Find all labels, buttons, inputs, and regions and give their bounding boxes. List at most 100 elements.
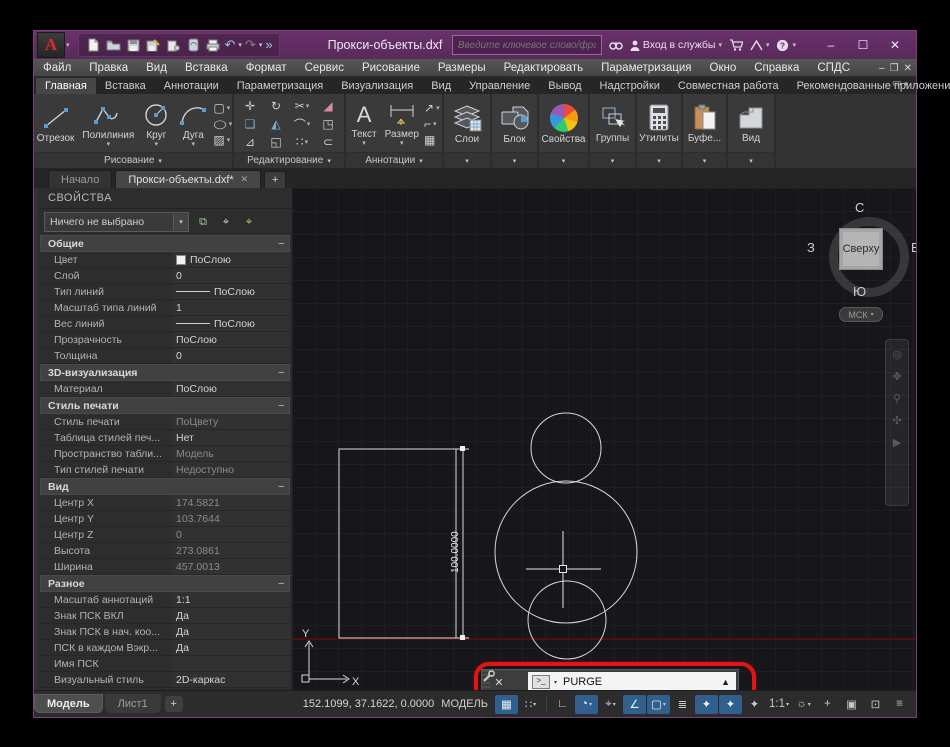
prop-row[interactable]: Толщина0: [40, 348, 290, 364]
prop-row[interactable]: Пространство табли...Модель: [40, 446, 290, 462]
viewcube-north[interactable]: С: [855, 200, 864, 215]
prop-row[interactable]: ЦветПоСлою: [40, 252, 290, 268]
mirror-button[interactable]: ◭: [271, 117, 280, 131]
command-history-icon[interactable]: ▲: [721, 677, 732, 687]
erase-button[interactable]: ◢: [323, 99, 332, 113]
help-button[interactable]: ?▾: [776, 39, 796, 52]
new-drawing-tab-button[interactable]: +: [264, 171, 286, 188]
quick-select-button[interactable]: ⌖: [240, 214, 258, 230]
move-button[interactable]: ✛: [245, 99, 255, 113]
menu-help[interactable]: Справка: [745, 62, 808, 74]
annotation-scale-button[interactable]: 1:1▾: [767, 695, 791, 714]
tab-manage[interactable]: Управление: [460, 78, 539, 94]
menu-insert[interactable]: Вставка: [176, 62, 237, 74]
section-misc-header[interactable]: Разное–: [40, 575, 290, 592]
autodesk-app-icon[interactable]: ▾: [750, 40, 770, 51]
polar-tracking-toggle[interactable]: ◔▾: [575, 695, 598, 714]
rectangle-button[interactable]: ▢▾: [213, 101, 232, 116]
object-snap-toggle[interactable]: ▢▾: [647, 695, 670, 714]
view-button[interactable]: Вид: [733, 103, 769, 146]
navigation-wheel-icon[interactable]: ◎: [892, 348, 902, 361]
toggle-pickadd-button[interactable]: ⧉: [194, 214, 212, 230]
menu-draw[interactable]: Рисование: [353, 62, 429, 74]
selection-dropdown[interactable]: Ничего не выбрано▾: [44, 212, 189, 232]
panel-draw-footer[interactable]: Рисование▾: [34, 152, 232, 168]
annotation-autoscale-toggle[interactable]: ✦: [719, 695, 742, 714]
explode-button[interactable]: ◳: [322, 117, 333, 131]
doc-tab-close-icon[interactable]: ✕: [241, 174, 249, 185]
drawing-canvas[interactable]: 100.0000 Y X Свер: [292, 188, 916, 690]
showmotion-icon[interactable]: ▶: [893, 436, 901, 449]
line-button[interactable]: Отрезок: [34, 103, 78, 146]
viewcube[interactable]: Сверху С Ю З В: [819, 202, 916, 312]
panel-utilities-footer[interactable]: ▾: [637, 152, 681, 168]
viewcube-east[interactable]: В: [911, 240, 916, 255]
snap-toggle[interactable]: ∷▾: [519, 695, 542, 714]
viewcube-west[interactable]: З: [807, 240, 815, 255]
navigation-bar[interactable]: ◎ ✥ ⚲ ✣ ▶: [885, 339, 909, 506]
offset-button[interactable]: ⊂: [323, 135, 333, 149]
command-input[interactable]: [561, 675, 717, 689]
tab-collaborate[interactable]: Совместная работа: [669, 78, 788, 94]
search-input[interactable]: [453, 40, 601, 51]
menu-edit[interactable]: Правка: [80, 62, 137, 74]
multileader-button[interactable]: ⌐▾: [424, 117, 440, 132]
prop-row[interactable]: Таблица стилей печ...Нет: [40, 430, 290, 446]
minimize-button[interactable]: –: [816, 34, 846, 56]
menu-modify[interactable]: Редактировать: [495, 62, 592, 74]
viewcube-south[interactable]: Ю: [853, 284, 866, 299]
selection-caret-icon[interactable]: ▾: [173, 214, 188, 230]
undo-button[interactable]: ↶: [225, 38, 236, 52]
isolate-objects-button[interactable]: ▣: [840, 695, 863, 714]
new-layout-button[interactable]: +: [165, 696, 183, 712]
mdi-close-button[interactable]: ✕: [904, 63, 912, 74]
prop-row[interactable]: Центр Z0: [40, 527, 290, 543]
zoom-icon[interactable]: ⚲: [893, 392, 901, 405]
annotation-visibility-toggle[interactable]: ✦: [695, 695, 718, 714]
stretch-button[interactable]: ⊿: [245, 135, 255, 149]
signin-button[interactable]: Вход в службы▾: [630, 39, 722, 51]
menu-view[interactable]: Вид: [137, 62, 176, 74]
prop-row[interactable]: Вес линийПоСлою: [40, 316, 290, 332]
prop-row[interactable]: Масштаб аннотаций1:1: [40, 592, 290, 608]
tab-insert[interactable]: Вставка: [96, 78, 155, 94]
panel-block-footer[interactable]: ▾: [492, 152, 537, 168]
wcs-dropdown[interactable]: МСК▾: [839, 307, 883, 322]
save-button[interactable]: [125, 37, 142, 53]
panel-modify-footer[interactable]: Редактирование▾: [234, 152, 344, 168]
app-menu-button[interactable]: A: [37, 32, 65, 58]
undo-caret-icon[interactable]: ▾: [238, 41, 242, 49]
properties-button[interactable]: Свойства: [539, 102, 589, 147]
panel-properties-footer[interactable]: ▾: [539, 152, 588, 168]
hatch-button[interactable]: ▨▾: [213, 133, 232, 148]
arc-button[interactable]: Дуга ▾: [175, 100, 211, 149]
section-3d-header[interactable]: 3D-визуализация–: [40, 364, 290, 381]
search-icon[interactable]: [609, 40, 623, 51]
qat-overflow-button[interactable]: »: [265, 38, 272, 52]
panel-layers-footer[interactable]: ▾: [444, 152, 490, 168]
prop-row[interactable]: Ширина457.0013: [40, 559, 290, 575]
utilities-button[interactable]: Утилиты: [636, 102, 682, 146]
tab-addins[interactable]: Надстройки: [591, 78, 669, 94]
ortho-toggle[interactable]: ∟: [551, 695, 574, 714]
store-cart-icon[interactable]: [729, 39, 743, 51]
new-file-button[interactable]: [85, 37, 102, 53]
prop-row[interactable]: Масштаб типа линий1: [40, 300, 290, 316]
tab-home[interactable]: Главная: [36, 78, 96, 94]
menu-tools[interactable]: Сервис: [296, 62, 353, 74]
angle-snap-toggle[interactable]: ∠: [623, 695, 646, 714]
menu-spds[interactable]: СПДС: [808, 62, 859, 74]
viewcube-face-top[interactable]: Сверху: [839, 228, 883, 270]
dimension-button[interactable]: Размер ▾: [382, 101, 422, 148]
close-button[interactable]: ✕: [880, 34, 910, 56]
prop-row[interactable]: Высота273.0861: [40, 543, 290, 559]
lineweight-toggle[interactable]: ≣: [671, 695, 694, 714]
section-plotstyle-header[interactable]: Стиль печати–: [40, 397, 290, 414]
tab-parametric[interactable]: Параметризация: [228, 78, 332, 94]
layers-button[interactable]: Слои: [447, 102, 487, 147]
orbit-icon[interactable]: ✣: [892, 414, 901, 427]
pan-icon[interactable]: ✥: [892, 370, 901, 383]
menu-parametric[interactable]: Параметризация: [592, 62, 700, 74]
maximize-button[interactable]: ☐: [848, 34, 878, 56]
share-button[interactable]: [165, 37, 182, 53]
